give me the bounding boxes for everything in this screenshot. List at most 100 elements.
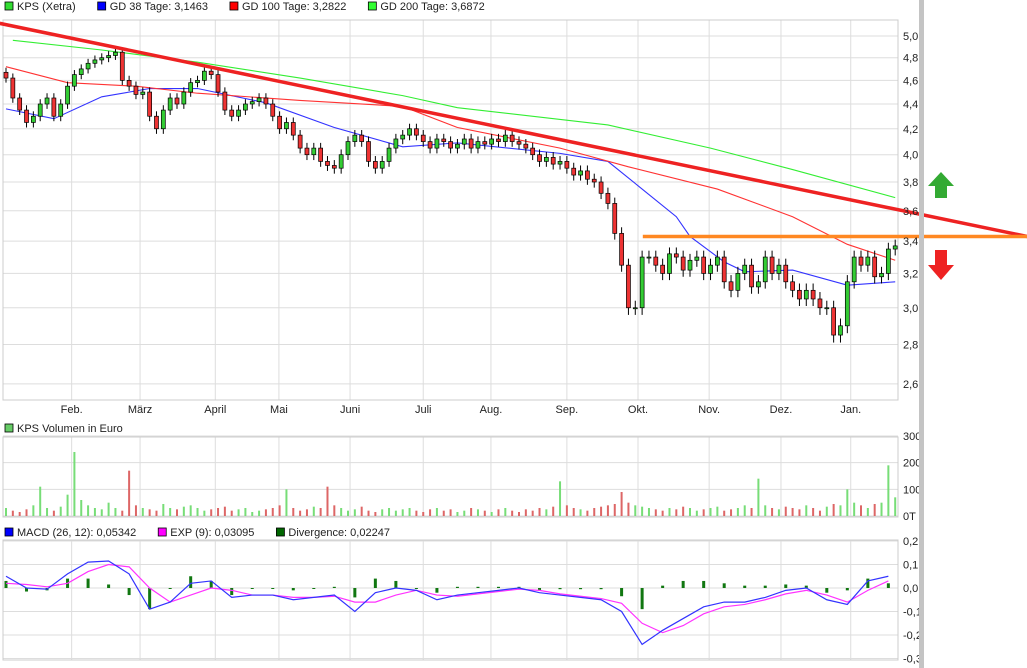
volume-bar	[463, 510, 466, 516]
candle-body	[701, 256, 707, 274]
volume-bar	[675, 509, 678, 516]
price-tick-label: 2,8	[903, 339, 918, 351]
divergence-bar	[250, 588, 254, 589]
volume-legend: KPS Volumen in Euro	[4, 423, 123, 435]
volume-bar	[340, 508, 343, 516]
candle-body	[803, 289, 809, 300]
candle-body	[331, 165, 337, 169]
price-tick-label: 2,6	[903, 379, 918, 391]
candle-body	[660, 264, 665, 274]
candle-body	[222, 91, 228, 111]
candle-body	[619, 233, 624, 266]
volume-bar	[292, 508, 295, 516]
volume-bar	[654, 509, 657, 516]
price-panel-frame	[2, 19, 899, 401]
candle-body	[475, 141, 481, 149]
month-label: Mai	[270, 404, 288, 416]
candle-body	[290, 122, 296, 136]
volume-bar	[93, 508, 96, 516]
price-tick-label: 3,4	[903, 236, 918, 248]
candle-body	[297, 134, 303, 149]
macd-legend: MACD (26, 12): 0,05342 EXP (9): 0,03095 Di…	[4, 527, 390, 539]
volume-bar	[305, 509, 308, 516]
candle-body	[345, 141, 351, 156]
candle-body	[762, 256, 768, 283]
candle-body	[270, 103, 276, 117]
month-label: Sep.	[556, 404, 579, 416]
volume-bar	[805, 505, 808, 516]
scrollbar[interactable]	[919, 0, 924, 668]
volume-bar	[860, 505, 862, 516]
volume-bar	[552, 506, 555, 516]
legend-label: GD 200 Tage: 3,6872	[380, 1, 484, 13]
volume-bar	[169, 508, 172, 516]
candle-body	[386, 147, 392, 162]
candle-body	[591, 178, 597, 183]
volume-bar	[442, 510, 445, 516]
candle-body	[119, 51, 125, 81]
volume-bar	[11, 510, 14, 516]
candle-body	[318, 147, 323, 162]
legend-swatch	[157, 527, 167, 537]
volume-bar	[825, 506, 828, 516]
volume-bar	[818, 510, 821, 516]
candle-body	[673, 253, 679, 258]
legend-swatch	[4, 1, 14, 11]
candle-body	[783, 264, 789, 283]
volume-bar	[709, 508, 712, 516]
volume-bar	[456, 512, 459, 516]
divergence-bar	[599, 588, 603, 590]
candles	[3, 47, 898, 343]
candle-body	[544, 157, 549, 162]
moving-averages	[5, 39, 896, 286]
volume-bar	[593, 508, 596, 516]
volume-bar	[579, 509, 582, 516]
candle-body	[311, 147, 317, 156]
volume-bar	[312, 506, 315, 516]
candle-body	[379, 161, 385, 169]
divergence-bar	[763, 585, 767, 588]
volume-bar	[483, 510, 486, 516]
candle-body	[858, 256, 864, 266]
candle-body	[414, 128, 419, 136]
price-tick-label: 4,4	[903, 99, 918, 111]
candle-body	[147, 91, 152, 117]
candle-body	[243, 103, 248, 111]
legend-swatch	[367, 1, 377, 11]
volume-bar	[620, 492, 623, 516]
volume-bar	[647, 508, 650, 516]
candle-body	[65, 85, 70, 105]
candle-body	[742, 264, 748, 274]
volume-bar	[832, 504, 835, 516]
volume-bar	[299, 510, 302, 516]
macd-line	[5, 560, 889, 646]
volume-bar	[866, 508, 869, 516]
volume-bar	[873, 504, 876, 516]
volume-bar	[497, 509, 500, 516]
price-tick-label: 3,2	[903, 268, 918, 280]
candle-body	[181, 91, 187, 105]
candle-body	[284, 122, 289, 130]
candle-body	[236, 109, 241, 117]
candle-body	[461, 138, 467, 145]
volume-bar	[716, 506, 719, 516]
candle-body	[393, 138, 399, 149]
volume-bar	[470, 508, 473, 516]
candle-body	[78, 68, 84, 75]
candle-body	[571, 167, 577, 176]
volume-bar	[476, 509, 479, 516]
divergence-bar	[373, 578, 377, 588]
legend-swatch	[229, 1, 239, 11]
volume-bar	[559, 481, 562, 516]
price-legend: KPS (Xetra) GD 38 Tage: 3,1463 GD 100 Tage…	[4, 1, 485, 13]
candle-body	[790, 281, 795, 291]
volume-bar	[46, 508, 49, 516]
price-tick-label: 3,0	[903, 303, 918, 315]
candle-body	[810, 289, 816, 300]
month-label: Juni	[340, 404, 360, 416]
candle-body	[612, 203, 618, 234]
candle-body	[639, 256, 645, 309]
volume-bar	[182, 506, 185, 516]
divergence-bar	[4, 580, 8, 588]
macd-tick-label: 0,2	[903, 536, 918, 548]
